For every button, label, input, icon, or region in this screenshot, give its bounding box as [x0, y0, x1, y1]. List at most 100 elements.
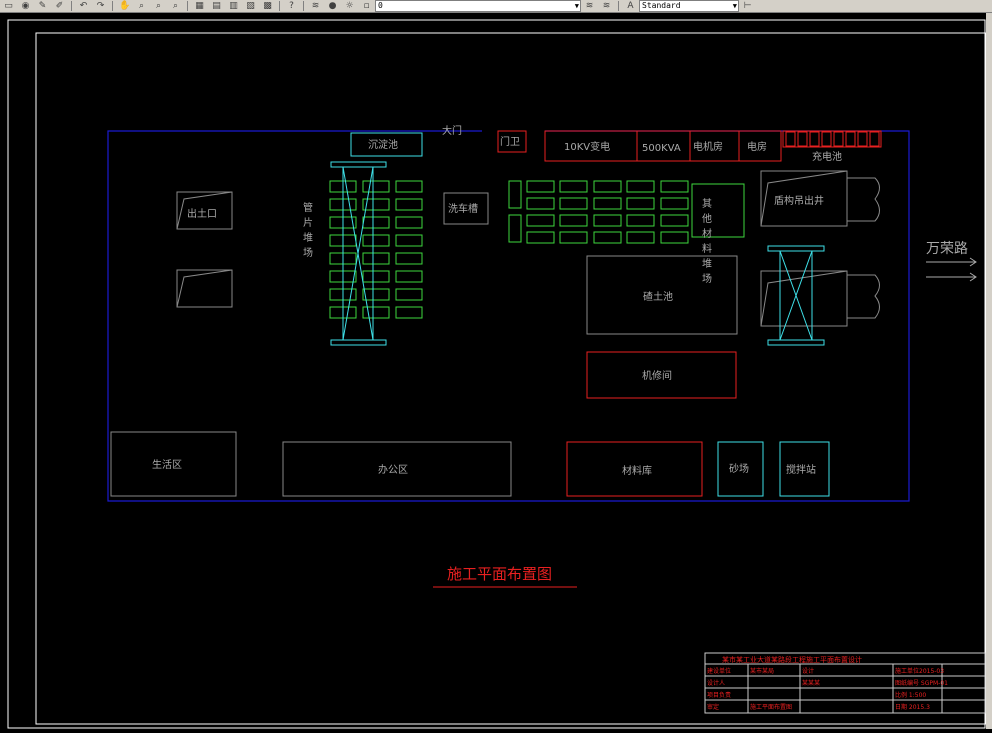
segment-cell [395, 216, 423, 229]
title-block-cell: 设计 [802, 667, 814, 675]
kva-label: 500KVA [642, 143, 681, 154]
tool-palettes-icon[interactable]: ▤ [211, 1, 222, 11]
other-materials-label: 其他材料堆场 [702, 198, 712, 285]
zoom-window-icon[interactable]: ⌕ [153, 1, 164, 11]
title-block-cell: 项目负责 [707, 691, 731, 699]
segment-cell [362, 234, 390, 247]
center-storage-cell [626, 214, 655, 227]
segment-storage-cells [329, 180, 423, 319]
chevron-down-icon[interactable]: ▼ [575, 1, 579, 11]
transformer-label: 10KV变电 [564, 140, 610, 153]
road-arrows [926, 257, 977, 282]
segment-cell [362, 180, 390, 193]
segment-cell [362, 288, 390, 301]
title-block-cell: 日期 2015.3 [895, 703, 930, 711]
toolbar-separator [279, 1, 280, 11]
main-gate-label: 大门 [442, 124, 462, 137]
layer-lock-icon[interactable]: ▫ [361, 1, 372, 11]
guard-label: 门卫 [500, 135, 520, 148]
properties-icon[interactable]: ✐ [54, 1, 65, 11]
vertical-scrollbar[interactable] [986, 13, 992, 729]
title-block-header: 某市某工业大道某路段工程施工平面布置设计 [722, 655, 862, 664]
layer-dropdown[interactable]: 0 ▼ [375, 0, 581, 12]
muck-pit-label: 碴土池 [643, 290, 673, 303]
segment-cell [362, 216, 390, 229]
zoom-realtime-icon[interactable]: ⌕ [136, 1, 147, 11]
toolbar-separator [112, 1, 113, 11]
segment-cell [362, 306, 390, 319]
vertical-label-char: 管 [303, 201, 313, 214]
vertical-label-char: 堆 [303, 232, 313, 244]
charging-cell [809, 131, 820, 147]
help-icon[interactable]: ? [286, 1, 297, 11]
title-block-cell: 审定 [707, 703, 719, 711]
title-block-rows: 建设单位 某市某局 设计 施工单位2015-03 设计人 某某某 图纸编号 SGPM-01 项… [707, 667, 948, 711]
calculator-icon[interactable]: ▩ [262, 1, 273, 11]
vertical-label-char: 场 [702, 272, 712, 285]
sand-yard-label: 砂场 [729, 462, 749, 475]
segment-cell [395, 252, 423, 265]
center-storage-cell [508, 214, 522, 243]
sheet-set-icon[interactable]: ▥ [228, 1, 239, 11]
title-block-cell: 比例 1:500 [895, 691, 926, 699]
layer-state-icon[interactable]: ≋ [584, 1, 595, 11]
center-storage-cell [593, 180, 622, 193]
charging-cell [857, 131, 868, 147]
title-block-cell: 某某某 [802, 680, 820, 687]
generator-label: 电机房 [693, 140, 723, 153]
print-icon[interactable]: ◉ [20, 1, 31, 11]
markup-icon[interactable]: ▧ [245, 1, 256, 11]
drawing-canvas[interactable]: 大门 门卫 10KV变电 500KVA 电机房 电房 充电池 沉淀池 出土口 管… [0, 13, 992, 729]
charging-cell [833, 131, 844, 147]
outer-paper-border [7, 19, 986, 729]
power-room-label: 电房 [747, 140, 767, 153]
charging-label: 充电池 [812, 150, 842, 163]
sun-icon[interactable]: ☼ [344, 1, 355, 11]
vertical-label-char: 堆 [702, 258, 712, 270]
layer-previous-icon[interactable]: ≋ [601, 1, 612, 11]
center-storage-cell [593, 231, 622, 244]
center-storage-cells [508, 180, 689, 244]
title-block-cell: 设计人 [707, 679, 725, 687]
exit-label: 出土口 [187, 207, 217, 220]
title-block-cell: 施工单位2015-03 [895, 667, 944, 675]
text-style-icon[interactable]: A [625, 1, 636, 11]
segment-cell [395, 234, 423, 247]
vertical-label-char: 他 [702, 212, 712, 225]
road-label: 万荣路 [926, 241, 968, 257]
title-block-cell: 某市某局 [750, 667, 774, 675]
mixing-station-label: 搅拌站 [786, 463, 816, 476]
toolbar-separator [618, 1, 619, 11]
vertical-label-char: 片 [303, 216, 313, 229]
vertical-label-char: 其 [702, 198, 712, 210]
office-area-label: 办公区 [378, 463, 408, 476]
pencil-icon[interactable]: ✎ [37, 1, 48, 11]
design-center-icon[interactable]: ▦ [194, 1, 205, 11]
redo-icon[interactable]: ↷ [95, 1, 106, 11]
center-storage-cell [593, 214, 622, 227]
text-style-value: Standard [642, 1, 681, 10]
center-storage-cell [626, 231, 655, 244]
chevron-down-icon[interactable]: ▼ [733, 1, 737, 11]
open-icon[interactable]: ▭ [3, 1, 14, 11]
segment-cell [395, 180, 423, 193]
lightbulb-icon[interactable]: ● [327, 1, 338, 11]
charging-cell [821, 131, 832, 147]
layer-manager-icon[interactable]: ≋ [310, 1, 321, 11]
pan-icon[interactable]: ✋ [119, 1, 130, 11]
exit-structure-lower [176, 269, 233, 308]
charging-cell [845, 131, 856, 147]
dim-style-icon[interactable]: ⊢ [742, 1, 753, 11]
cad-toolbar: ▭ ◉ ✎ ✐ ↶ ↷ ✋ ⌕ ⌕ ⌕ ▦ ▤ ▥ ▧ ▩ ? ≋ ● ☼ ▫ … [0, 0, 992, 13]
charging-cell [869, 131, 880, 147]
center-storage-cell [559, 214, 588, 227]
zoom-previous-icon[interactable]: ⌕ [170, 1, 181, 11]
text-style-dropdown[interactable]: Standard ▼ [639, 0, 739, 12]
center-storage-cell [526, 180, 555, 193]
segment-cell [395, 288, 423, 301]
toolbar-separator [187, 1, 188, 11]
undo-icon[interactable]: ↶ [78, 1, 89, 11]
drawing-svg: 大门 门卫 10KV变电 500KVA 电机房 电房 充电池 沉淀池 出土口 管… [7, 19, 987, 729]
segment-cell [395, 198, 423, 211]
vertical-label-char: 料 [702, 242, 712, 255]
